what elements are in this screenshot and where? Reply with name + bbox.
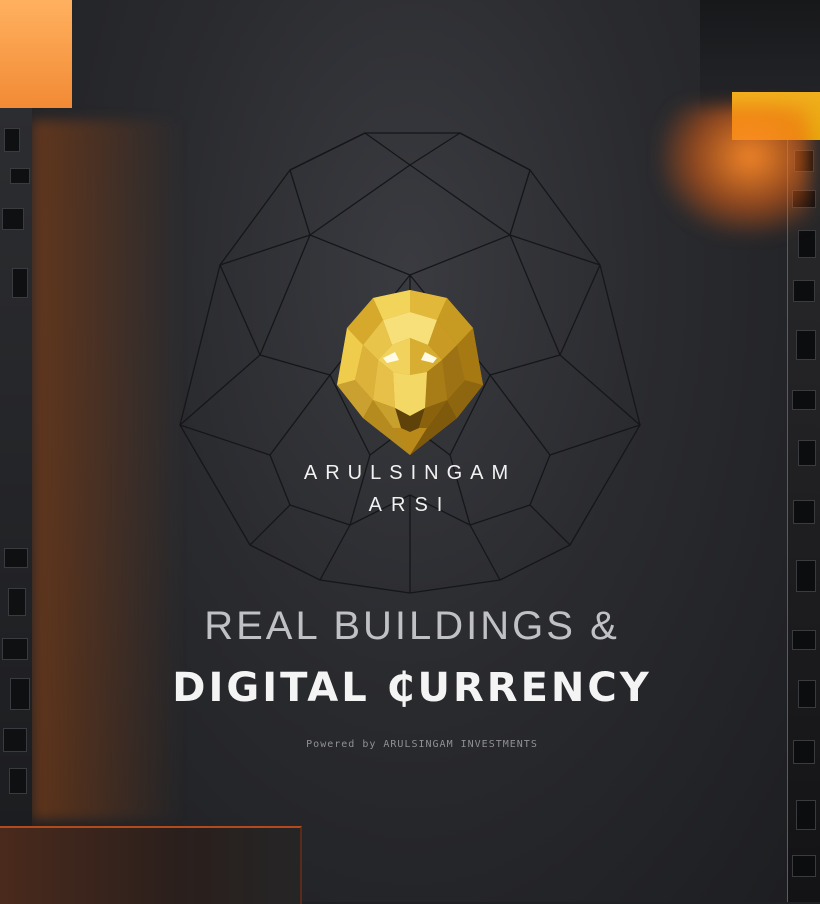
headline-line-2: DIGITAL ₵URRENCY bbox=[172, 665, 652, 711]
powered-by-text: Powered by ARULSINGAM INVESTMENTS bbox=[306, 739, 538, 750]
lion-head-icon bbox=[337, 290, 483, 455]
brand-name: ARULSINGAM bbox=[303, 462, 517, 484]
bottom-left-block bbox=[0, 826, 302, 904]
brand-short-name: ARSI bbox=[368, 494, 452, 516]
top-left-orange-block bbox=[0, 0, 72, 108]
right-city-strip bbox=[787, 140, 820, 902]
top-right-orange-glow bbox=[660, 105, 810, 235]
headline-line-1: REAL BUILDINGS & bbox=[204, 604, 620, 648]
